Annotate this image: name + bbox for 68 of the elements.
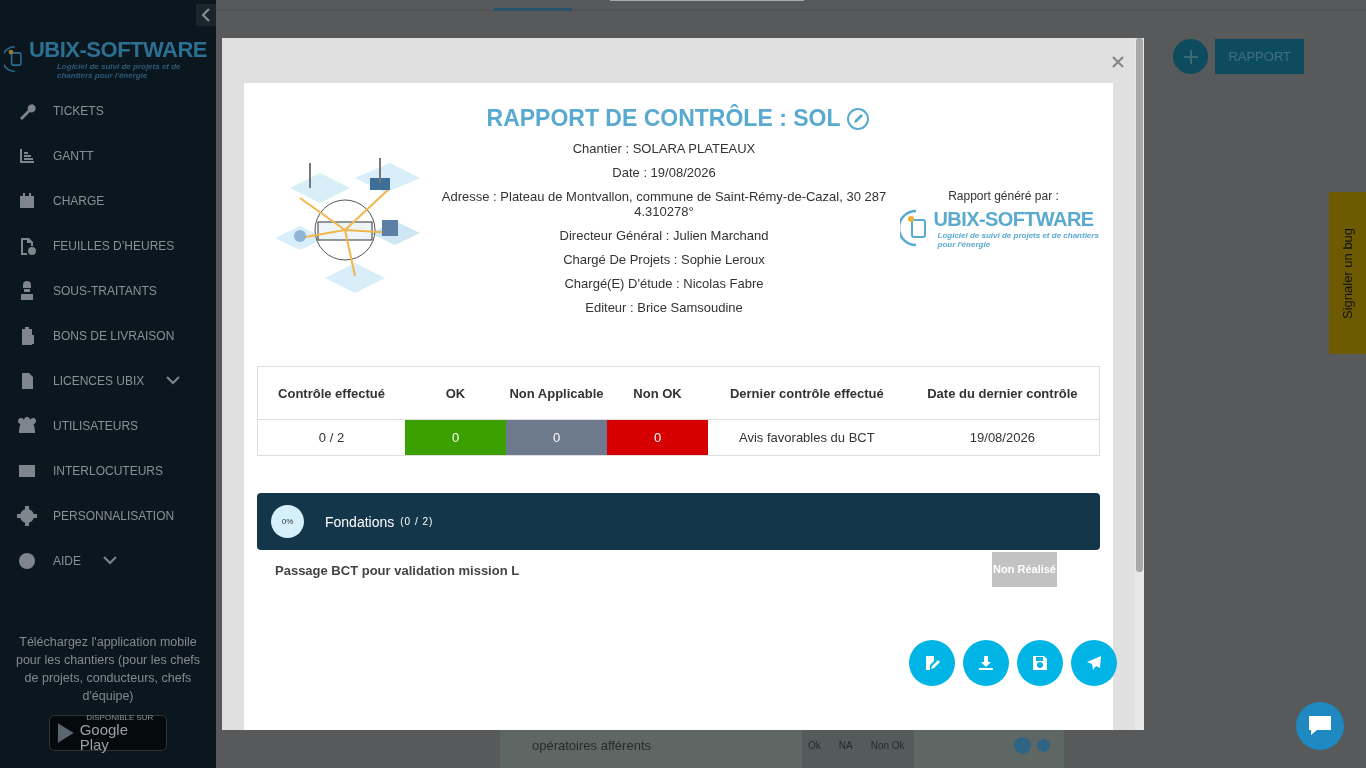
column-header: Non OK bbox=[607, 366, 708, 420]
nav-item[interactable]: TICKETS bbox=[0, 88, 216, 133]
nav-item[interactable]: BONS DE LIVRAISON bbox=[0, 313, 216, 358]
brand-tagline: Logiciel de suivi de projets et de chantiers pour l'énergie bbox=[937, 230, 1100, 249]
edit-button[interactable] bbox=[909, 640, 955, 686]
task-text: opératoires afférents bbox=[532, 737, 652, 753]
edit-icon[interactable] bbox=[846, 106, 871, 131]
report-field: Chargé De Projets : Sophie Leroux bbox=[563, 252, 765, 267]
nav-item[interactable]: LICENCES UBIX bbox=[0, 358, 216, 403]
table-cell: 0 / 2 bbox=[257, 419, 405, 456]
report-field: Date : 19/08/2026 bbox=[612, 165, 716, 180]
report-field: Editeur : Brice Samsoudine bbox=[585, 300, 743, 315]
plus-icon bbox=[1182, 48, 1199, 65]
nav-item[interactable]: CHARGE bbox=[0, 178, 216, 223]
column-header: Date du dernier contrôle bbox=[905, 366, 1100, 420]
table-cell: 0 bbox=[506, 419, 607, 456]
chat-icon bbox=[1308, 715, 1332, 737]
nav-item[interactable]: AIDE bbox=[0, 538, 216, 583]
send-button[interactable] bbox=[1071, 640, 1117, 686]
menu-icon bbox=[17, 550, 37, 571]
download-icon bbox=[978, 655, 994, 671]
report-field: Chargé(E) D'étude : Nicolas Fabre bbox=[564, 276, 764, 291]
document-pen-icon bbox=[924, 655, 940, 671]
logo-tagline: Logiciel de suivi de projets et de chantiers pour l'énergie bbox=[57, 62, 182, 80]
check-item-label: Passage BCT pour validation mission L bbox=[275, 563, 521, 578]
status-badge: Non Réalisé bbox=[992, 552, 1057, 587]
paper-plane-icon bbox=[1086, 655, 1102, 671]
download-button[interactable] bbox=[963, 640, 1009, 686]
nav-item[interactable]: SOUS-TRAITANTS bbox=[0, 268, 216, 313]
section-title: Fondations bbox=[325, 513, 395, 530]
report-title: RAPPORT DE CONTRÔLE : SOL bbox=[486, 105, 841, 132]
brand-name: UBIX-SOFTWARE bbox=[933, 206, 1095, 231]
generated-by-label: Rapport généré par : bbox=[948, 188, 1059, 203]
progress-badge: 0% bbox=[271, 505, 304, 538]
nav-item[interactable]: FEUILLES D’HEURES bbox=[0, 223, 216, 268]
close-icon bbox=[1112, 56, 1124, 68]
nav-item[interactable]: UTILISATEURS bbox=[0, 403, 216, 448]
report-field: Directeur Général : Julien Marchand bbox=[559, 228, 769, 243]
column-header: Dernier contrôle effectué bbox=[708, 366, 906, 420]
column-header: Non Applicable bbox=[506, 366, 607, 420]
menu-icon bbox=[17, 415, 37, 436]
menu-icon bbox=[17, 505, 37, 526]
nav-item[interactable]: PERSONNALISATION bbox=[0, 493, 216, 538]
menu-icon bbox=[17, 190, 37, 211]
close-button[interactable] bbox=[1112, 56, 1124, 68]
chevron-left-icon bbox=[201, 8, 211, 22]
column-header: Contrôle effectué bbox=[257, 366, 405, 420]
section-header[interactable]: 0% Fondations (0 / 2) bbox=[257, 493, 1100, 550]
save-icon bbox=[1032, 655, 1048, 671]
add-button[interactable] bbox=[1173, 39, 1209, 74]
section-count: (0 / 2) bbox=[400, 516, 434, 527]
table-cell: Avis favorables du BCT bbox=[708, 419, 906, 456]
chat-button[interactable] bbox=[1296, 702, 1344, 750]
nav-item[interactable]: GANTT bbox=[0, 133, 216, 178]
save-button[interactable] bbox=[1017, 640, 1063, 686]
table-cell: 0 bbox=[607, 419, 708, 456]
table-cell: 0 bbox=[405, 419, 506, 456]
nav-item[interactable]: INTERLOCUTEURS bbox=[0, 448, 216, 493]
store-badge[interactable]: DISPONIBLE SUR Google Play bbox=[49, 715, 167, 751]
play-icon bbox=[56, 722, 76, 744]
collapse-button[interactable] bbox=[196, 4, 216, 26]
table-cell: 19/08/2026 bbox=[905, 419, 1100, 456]
scrollbar-thumb[interactable] bbox=[1136, 38, 1143, 572]
logo-text: UBIX-SOFTWARE bbox=[29, 38, 209, 62]
column-header: OK bbox=[405, 366, 506, 420]
report-field: Chantier : SOLARA PLATEAUX bbox=[572, 141, 756, 156]
mobile-app-note: Téléchargez l'application mobile pour les chantiers (pour les chefs de projets, conducteurs, chefs d'équipe) bbox=[14, 634, 202, 705]
report-field: Adresse : Plateau de Montvallon, commune de Saint-Rémy-de-Cazal, 30 287 4.310278° bbox=[439, 189, 889, 219]
